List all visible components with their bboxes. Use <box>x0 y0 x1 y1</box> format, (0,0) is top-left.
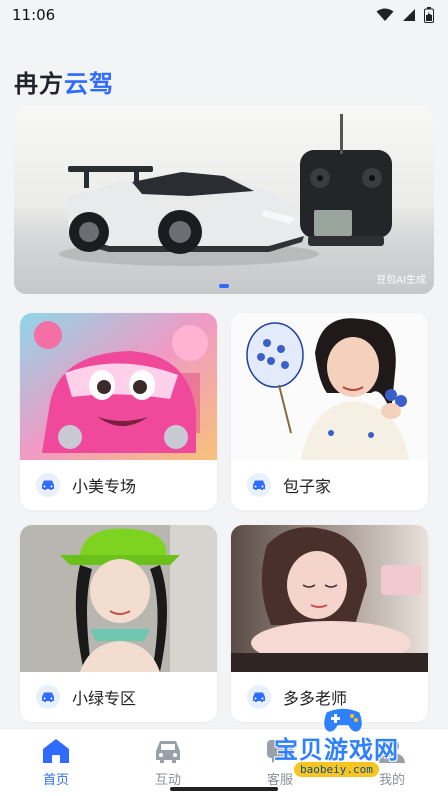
car-icon <box>36 473 60 497</box>
card-xiaolv[interactable]: 小绿专区 <box>20 525 217 722</box>
card-meta: 小美专场 <box>20 460 217 510</box>
page-title: 冉方云驾 <box>14 64 114 99</box>
site-watermark-logo: 宝贝游戏网 baobeiy.com <box>268 706 428 782</box>
car-icon <box>156 741 180 763</box>
nav-label: 互动 <box>154 773 181 788</box>
card-title: 包子家 <box>283 477 332 496</box>
banner-dot-active <box>219 284 229 288</box>
nav-home[interactable]: 首页 <box>0 729 112 796</box>
signal-icon <box>403 9 415 21</box>
status-bar: 11:06 <box>0 0 448 30</box>
card-thumbnail <box>231 525 428 672</box>
card-thumbnail <box>20 525 217 672</box>
banner-pagination <box>14 284 434 288</box>
battery-icon <box>424 7 434 23</box>
car-icon <box>36 685 60 709</box>
title-part1: 冉方 <box>14 70 64 98</box>
wifi-icon <box>376 8 394 21</box>
card-title: 小绿专区 <box>72 689 137 708</box>
status-time: 11:06 <box>12 6 56 24</box>
promo-banner[interactable]: 豆包AI生成 <box>14 106 434 294</box>
status-icons <box>376 7 434 23</box>
card-duoduo[interactable]: 多多老师 <box>231 525 428 722</box>
card-thumbnail <box>231 313 428 460</box>
nav-interact[interactable]: 互动 <box>112 729 224 796</box>
card-title: 小美专场 <box>72 477 137 496</box>
card-xiaomei[interactable]: 小美专场 <box>20 313 217 510</box>
car-icon <box>247 473 271 497</box>
site-logo-url: baobeiy.com <box>294 762 379 777</box>
banner-image <box>59 114 392 266</box>
card-thumbnail <box>20 313 217 460</box>
home-indicator <box>170 787 278 791</box>
card-meta: 小绿专区 <box>20 672 217 722</box>
title-part2: 云驾 <box>64 70 114 98</box>
nav-label: 首页 <box>42 773 69 788</box>
card-baozijia[interactable]: 包子家 <box>231 313 428 510</box>
site-logo-text: 宝贝游戏网 <box>274 736 399 764</box>
home-icon <box>43 739 69 763</box>
card-meta: 包子家 <box>231 460 428 510</box>
